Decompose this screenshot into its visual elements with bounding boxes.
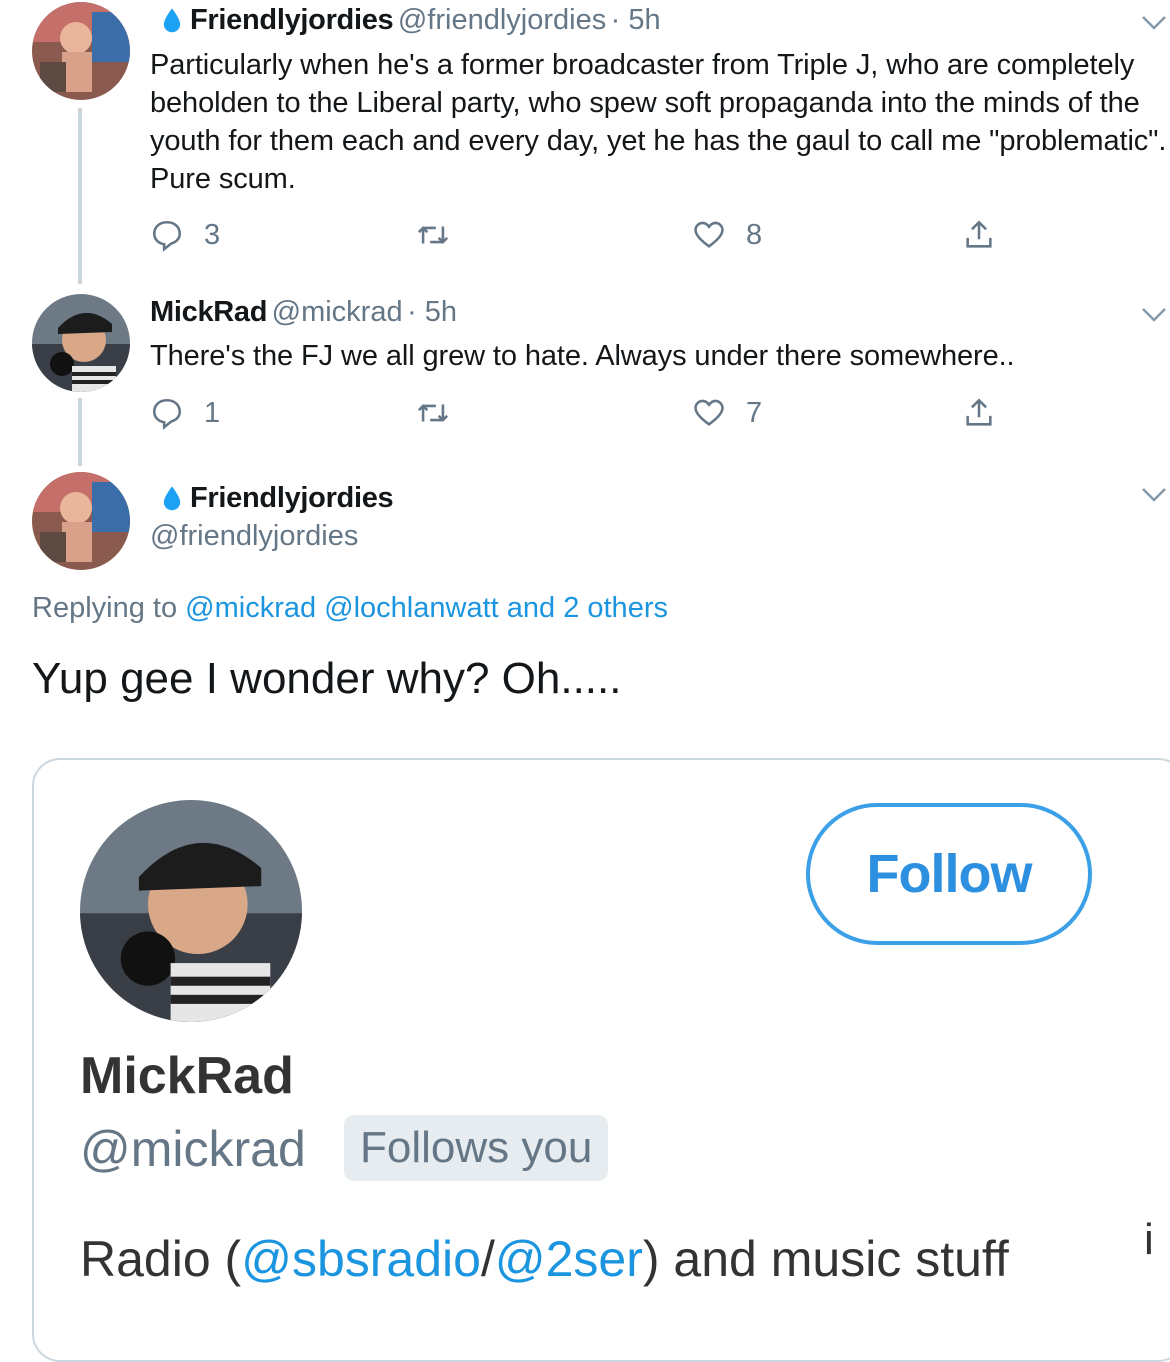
like-button[interactable]: 7	[692, 396, 762, 430]
thread-line	[78, 108, 82, 284]
bio-link-2ser: @2ser	[494, 1231, 643, 1287]
avatar-friendlyjordies[interactable]	[32, 472, 130, 570]
retweet-button[interactable]	[416, 218, 450, 252]
reply-icon	[152, 398, 182, 430]
avatar-mickrad[interactable]	[32, 294, 130, 392]
reply-button[interactable]: 1	[150, 396, 220, 430]
share-icon	[966, 220, 992, 248]
like-count: 7	[746, 396, 763, 429]
author-handle[interactable]: @friendlyjordies	[398, 4, 606, 36]
like-button[interactable]: 8	[692, 218, 762, 252]
author-handle[interactable]: @friendlyjordies	[150, 520, 358, 553]
reply-button[interactable]: 3	[150, 218, 220, 252]
replying-to-links[interactable]: @mickrad @lochlanwatt and 2 others	[185, 592, 668, 624]
card-bio: Radio (@sbsradio/@2ser) and music stuff	[80, 1230, 1009, 1288]
follow-button: Follow	[806, 803, 1092, 945]
reply-count: 3	[204, 218, 221, 251]
like-count: 8	[746, 218, 763, 251]
author-handle[interactable]: @mickrad	[272, 296, 403, 328]
like-icon	[694, 221, 724, 248]
card-avatar-mickrad	[80, 800, 302, 1022]
tweet-time[interactable]: · 5h	[407, 296, 457, 328]
retweet-icon	[417, 404, 449, 422]
like-icon	[694, 399, 724, 426]
water-drop-icon	[158, 484, 186, 517]
main-tweet-text: Yup gee I wonder why? Oh.....	[32, 654, 622, 703]
thread-line	[78, 398, 82, 466]
reply-count: 1	[204, 396, 221, 429]
author-name[interactable]: Friendlyjordies	[190, 4, 394, 36]
retweet-icon	[417, 226, 449, 244]
tweet-text: Particularly when he's a former broadcas…	[150, 49, 1167, 195]
card-handle: @mickrad	[80, 1121, 306, 1177]
card-edge-text: i	[1144, 1215, 1154, 1264]
tweet-time[interactable]: · 5h	[611, 4, 661, 36]
chevron-down-icon[interactable]	[1140, 306, 1168, 329]
share-button[interactable]	[962, 218, 996, 252]
retweet-button[interactable]	[416, 396, 450, 430]
bio-link-sbsradio: @sbsradio	[241, 1231, 481, 1287]
bio-suffix: ) and music stuff	[642, 1231, 1009, 1287]
replying-prefix: Replying to	[32, 592, 178, 624]
follows-you-badge: Follows you	[344, 1115, 609, 1181]
bio-sep: /	[480, 1231, 495, 1287]
water-drop-icon	[158, 6, 186, 39]
share-icon	[966, 398, 992, 426]
share-button[interactable]	[962, 396, 996, 430]
avatar-friendlyjordies[interactable]	[32, 2, 130, 100]
tweet-text: There's the FJ we all grew to hate. Alwa…	[150, 340, 1015, 372]
chevron-down-icon[interactable]	[1140, 486, 1168, 509]
chevron-down-icon[interactable]	[1140, 14, 1168, 37]
author-name[interactable]: MickRad	[150, 296, 267, 328]
bio-prefix: Radio (	[80, 1231, 242, 1287]
embedded-image[interactable]: Follow MickRad @mickrad Follows you Radi…	[32, 758, 1170, 1362]
replying-to: Replying to @mickrad @lochlanwatt and 2 …	[32, 592, 668, 625]
reply-icon	[152, 220, 182, 252]
author-name[interactable]: Friendlyjordies	[190, 482, 394, 515]
card-name: MickRad	[80, 1047, 294, 1105]
